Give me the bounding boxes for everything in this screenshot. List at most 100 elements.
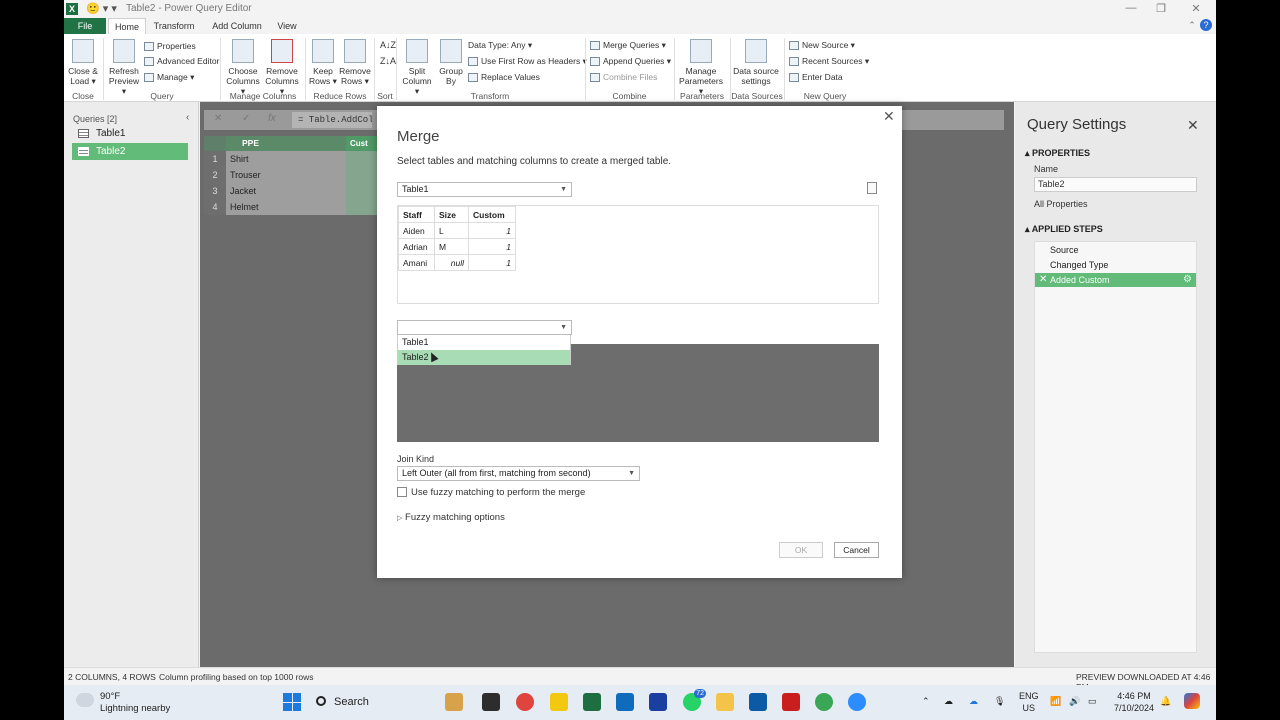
tab-add-column[interactable]: Add Column (204, 18, 270, 34)
join-kind-dropdown[interactable]: Left Outer (all from first, matching fro… (397, 466, 640, 481)
microphone-icon[interactable]: 🎙 (994, 695, 1005, 707)
quick-access-toolbar[interactable]: 🙂 ▾ ▾ (86, 2, 117, 15)
cell-value[interactable]: Shirt (226, 151, 346, 167)
enter-data-button[interactable]: Enter Data (789, 72, 843, 83)
recent-sources-button[interactable]: Recent Sources ▾ (789, 56, 869, 67)
fuzzy-matching-checkbox[interactable]: Use fuzzy matching to perform the merge (397, 487, 585, 498)
tab-view[interactable]: View (272, 18, 302, 34)
cell-custom[interactable] (346, 151, 380, 167)
notification-bell-icon[interactable]: 🔔 (1160, 695, 1171, 707)
all-properties-link[interactable]: All Properties (1034, 199, 1088, 209)
sort-ascending-icon[interactable]: A↓Z (380, 40, 396, 50)
file-icon[interactable] (867, 182, 877, 194)
chrome-icon[interactable] (516, 693, 534, 711)
start-button[interactable] (283, 693, 301, 711)
merge-queries-button[interactable]: Merge Queries ▾ (590, 40, 666, 51)
acrobat-icon[interactable] (782, 693, 800, 711)
preview-column-header[interactable]: Size (434, 206, 469, 223)
cell-custom[interactable] (346, 199, 380, 215)
restore-button[interactable]: ❐ (1151, 2, 1171, 15)
preview-column-header[interactable]: Custom (468, 206, 516, 223)
whatsapp-icon[interactable]: 72 (683, 689, 706, 711)
append-queries-button[interactable]: Append Queries ▾ (590, 56, 671, 67)
group-by-button[interactable]: Group By (436, 39, 466, 86)
query-item-table2[interactable]: Table2 (72, 143, 188, 160)
formula-input[interactable]: = Table.AddColumn (292, 112, 372, 128)
combine-files-button[interactable]: Combine Files (590, 72, 657, 83)
confirm-formula-icon[interactable]: ✓ (242, 113, 250, 124)
new-source-button[interactable]: New Source ▾ (789, 40, 855, 51)
chrome-profile-icon[interactable] (815, 693, 833, 711)
cell-value[interactable]: Trouser (226, 167, 346, 183)
file-explorer-icon[interactable] (482, 693, 500, 711)
sort-descending-icon[interactable]: Z↓A (380, 56, 396, 66)
store-icon[interactable] (749, 693, 767, 711)
option-table1[interactable]: Table1 (398, 335, 570, 350)
cell-custom[interactable] (346, 183, 380, 199)
outlook-icon[interactable] (616, 693, 634, 711)
replace-values-button[interactable]: Replace Values (468, 72, 540, 83)
power-bi-icon[interactable] (550, 693, 568, 711)
use-first-row-headers-button[interactable]: Use First Row as Headers ▾ (468, 56, 587, 67)
folder-icon[interactable] (716, 693, 734, 711)
query-item-table1[interactable]: Table1 (72, 125, 188, 142)
step-source[interactable]: Source (1035, 243, 1196, 257)
step-added-custom[interactable]: ✕ Added Custom ⚙ (1035, 273, 1196, 287)
preview-column-header[interactable]: Staff (398, 206, 435, 223)
data-type-dropdown[interactable]: Data Type: Any ▾ (468, 40, 532, 51)
ok-button[interactable]: OK (779, 542, 823, 558)
data-source-settings-button[interactable]: Data source settings (732, 39, 780, 86)
fuzzy-options-expander[interactable]: ▷ Fuzzy matching options (397, 512, 505, 523)
language-indicator[interactable]: ENG US (1019, 690, 1039, 714)
volume-icon[interactable]: 🔊 (1069, 695, 1080, 707)
cancel-formula-icon[interactable]: ✕ (214, 113, 222, 124)
advanced-editor-button[interactable]: Advanced Editor (144, 56, 219, 67)
split-column-button[interactable]: Split Column ▾ (400, 39, 434, 96)
column-header-ppe[interactable]: PPE (226, 136, 346, 151)
column-profiling-status[interactable]: Column profiling based on top 1000 rows (159, 672, 314, 682)
cancel-button[interactable]: Cancel (834, 542, 879, 558)
close-query-settings-icon[interactable]: ✕ (1187, 117, 1199, 134)
first-table-dropdown[interactable]: Table1 ▼ (397, 182, 572, 197)
remove-columns-button[interactable]: Remove Columns ▾ (263, 39, 301, 96)
battery-icon[interactable]: ▭ (1088, 695, 1097, 707)
onedrive-icon[interactable]: ☁ (969, 695, 978, 707)
close-window-button[interactable]: ✕ (1186, 2, 1206, 15)
zoom-icon[interactable] (848, 693, 866, 711)
clock[interactable]: 4:46 PM 7/10/2024 (1114, 690, 1154, 714)
collapse-ribbon-icon[interactable]: ⌃ (1182, 20, 1202, 31)
power-automate-icon[interactable] (649, 693, 667, 711)
show-hidden-icons[interactable]: ⌃ (922, 695, 930, 707)
tab-transform[interactable]: Transform (150, 18, 198, 34)
collapse-pane-icon[interactable]: ‹ (186, 112, 189, 123)
applied-steps-section-header[interactable]: ▴ APPLIED STEPS (1025, 224, 1103, 235)
close-load-button[interactable]: Close & Load ▾ (66, 39, 100, 86)
remove-rows-button[interactable]: Remove Rows ▾ (339, 39, 371, 86)
cell-custom[interactable] (346, 167, 380, 183)
choose-columns-button[interactable]: Choose Columns ▾ (224, 39, 262, 96)
option-table2[interactable]: Table2 (398, 350, 570, 365)
refresh-preview-button[interactable]: Refresh Preview ▾ (106, 39, 142, 96)
excel-taskbar-icon[interactable] (583, 693, 601, 711)
briefcase-icon[interactable] (445, 693, 463, 711)
minimize-button[interactable]: — (1121, 2, 1141, 14)
cloud-icon[interactable]: ☁ (944, 695, 953, 707)
properties-section-header[interactable]: ▴ PROPERTIES (1025, 148, 1090, 159)
manage-parameters-button[interactable]: Manage Parameters ▾ (676, 39, 726, 96)
manage-button[interactable]: Manage ▾ (144, 72, 194, 83)
keep-rows-button[interactable]: Keep Rows ▾ (308, 39, 338, 86)
tab-home[interactable]: Home (108, 18, 146, 34)
second-table-dropdown[interactable]: ▼ (397, 320, 572, 335)
step-changed-type[interactable]: Changed Type (1035, 258, 1196, 272)
delete-step-icon[interactable]: ✕ (1039, 273, 1047, 287)
tab-file[interactable]: File (64, 18, 106, 34)
copilot-icon[interactable] (1184, 693, 1200, 709)
column-header-custom[interactable]: Cust (346, 136, 380, 151)
query-name-input[interactable]: Table2 (1034, 177, 1197, 192)
gear-icon[interactable]: ⚙ (1183, 273, 1192, 287)
properties-button[interactable]: Properties (144, 41, 196, 52)
cell-value[interactable]: Helmet (226, 199, 346, 215)
help-icon[interactable]: ? (1200, 19, 1212, 31)
taskbar-search[interactable]: Search (310, 692, 420, 712)
wifi-icon[interactable]: 📶 (1050, 695, 1061, 707)
